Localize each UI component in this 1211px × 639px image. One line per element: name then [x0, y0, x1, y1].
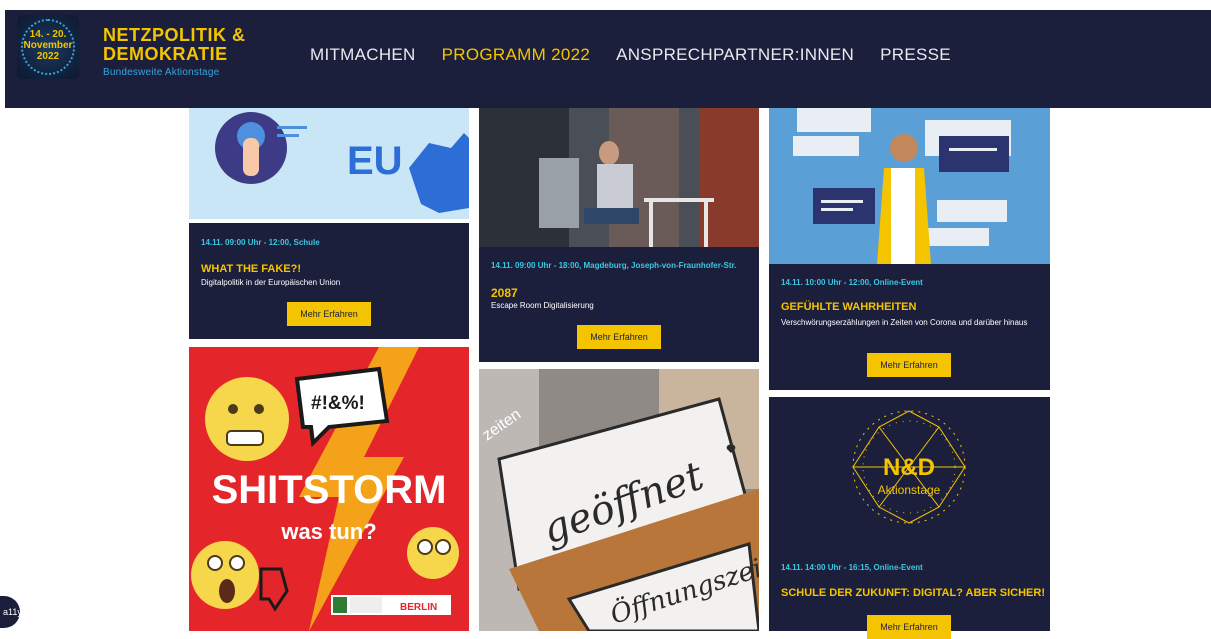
- nd-logo-text: N&D: [883, 454, 935, 481]
- card-gefuehlte-wahrheiten: 14.11. 10:00 Uhr - 12:00, Online-Event G…: [769, 264, 1050, 390]
- berlin-badge-text: BERLIN: [400, 602, 437, 613]
- accessibility-widget-icon[interactable]: a11y: [0, 596, 22, 628]
- aktionstage-logo-text: Aktionstage: [878, 483, 941, 497]
- event-title[interactable]: SCHULE DER ZUKUNFT: DIGITAL? ABER SICHER…: [781, 587, 1045, 599]
- logo-date-line1: 14. - 20.: [29, 29, 67, 40]
- card-geoeffnet-image[interactable]: geöffnet Öffnungszeiten zeiten: [479, 369, 759, 631]
- event-meta: 14.11. 09:00 Uhr - 18:00, Magdeburg, Jos…: [491, 261, 737, 270]
- logo-title-line1: NETZPOLITIK &: [103, 25, 246, 45]
- logo-title[interactable]: NETZPOLITIK & DEMOKRATIE: [103, 26, 246, 64]
- was-tun-text: was tun?: [280, 519, 376, 544]
- card-escape-room-image[interactable]: [479, 108, 759, 247]
- confused-person-illustration: [769, 108, 1050, 264]
- logo-date: 14. - 20. November 2022: [17, 29, 79, 62]
- event-description: Escape Room Digitalisierung: [491, 301, 594, 310]
- event-title[interactable]: GEFÜHLTE WAHRHEITEN: [781, 301, 916, 313]
- shitstorm-text: SHITSTORM: [212, 468, 447, 512]
- mehr-erfahren-button[interactable]: Mehr Erfahren: [867, 615, 951, 639]
- event-meta: 14.11. 14:00 Uhr - 16:15, Online-Event: [781, 563, 923, 572]
- mehr-erfahren-button[interactable]: Mehr Erfahren: [287, 302, 371, 326]
- geoeffnet-photo: geöffnet Öffnungszeiten zeiten: [479, 369, 759, 631]
- nd-aktionstage-logo: N&D Aktionstage: [852, 410, 966, 524]
- event-description: Digitalpolitik in der Europäischen Union: [201, 278, 341, 287]
- card-gefuehlte-image[interactable]: [769, 108, 1050, 264]
- eu-image-text: EU: [347, 139, 403, 183]
- logo-title-line2: DEMOKRATIE: [103, 44, 228, 64]
- nav-item-programm[interactable]: PROGRAMM 2022: [442, 45, 590, 65]
- event-title[interactable]: 2087: [491, 286, 518, 300]
- escape-room-photo: [479, 108, 759, 247]
- logo-badge[interactable]: 14. - 20. November 2022: [17, 15, 79, 79]
- logo-date-line2: November: [23, 40, 73, 51]
- eu-illustration: EU: [215, 112, 469, 213]
- bubble-text: #!&%!: [311, 393, 365, 414]
- site-header: 14. - 20. November 2022 NETZPOLITIK & DE…: [5, 10, 1211, 108]
- logo-date-line3: 2022: [36, 51, 60, 62]
- event-description: Verschwörungserzählungen in Zeiten von C…: [781, 318, 1028, 327]
- nav-item-presse[interactable]: PRESSE: [880, 45, 951, 65]
- card-schule-der-zukunft: N&D Aktionstage 14.11. 14:00 Uhr - 16:15…: [769, 397, 1050, 639]
- mehr-erfahren-button[interactable]: Mehr Erfahren: [867, 353, 951, 377]
- nav-item-ansprechpartner[interactable]: ANSPRECHPARTNER:INNEN: [616, 45, 854, 65]
- mehr-erfahren-button[interactable]: Mehr Erfahren: [577, 325, 661, 349]
- nav-item-mitmachen[interactable]: MITMACHEN: [310, 45, 416, 65]
- main-nav: MITMACHEN PROGRAMM 2022 ANSPRECHPARTNER:…: [310, 45, 951, 65]
- event-meta: 14.11. 10:00 Uhr - 12:00, Online-Event: [781, 278, 923, 287]
- card-what-the-fake: 14.11. 09:00 Uhr - 12:00, Schule WHAT TH…: [189, 223, 469, 339]
- card-2087: 14.11. 09:00 Uhr - 18:00, Magdeburg, Jos…: [479, 247, 759, 362]
- shitstorm-illustration: #!&%! SHITSTORM was tun? BERLIN: [189, 347, 469, 631]
- accessibility-widget-label: a11y: [3, 607, 22, 617]
- event-meta: 14.11. 09:00 Uhr - 12:00, Schule: [201, 238, 320, 247]
- card-eu-image[interactable]: EU: [189, 108, 469, 219]
- card-shitstorm-image[interactable]: #!&%! SHITSTORM was tun? BERLIN: [189, 347, 469, 631]
- logo-subtitle: Bundesweite Aktionstage: [103, 67, 220, 78]
- event-title[interactable]: WHAT THE FAKE?!: [201, 263, 301, 275]
